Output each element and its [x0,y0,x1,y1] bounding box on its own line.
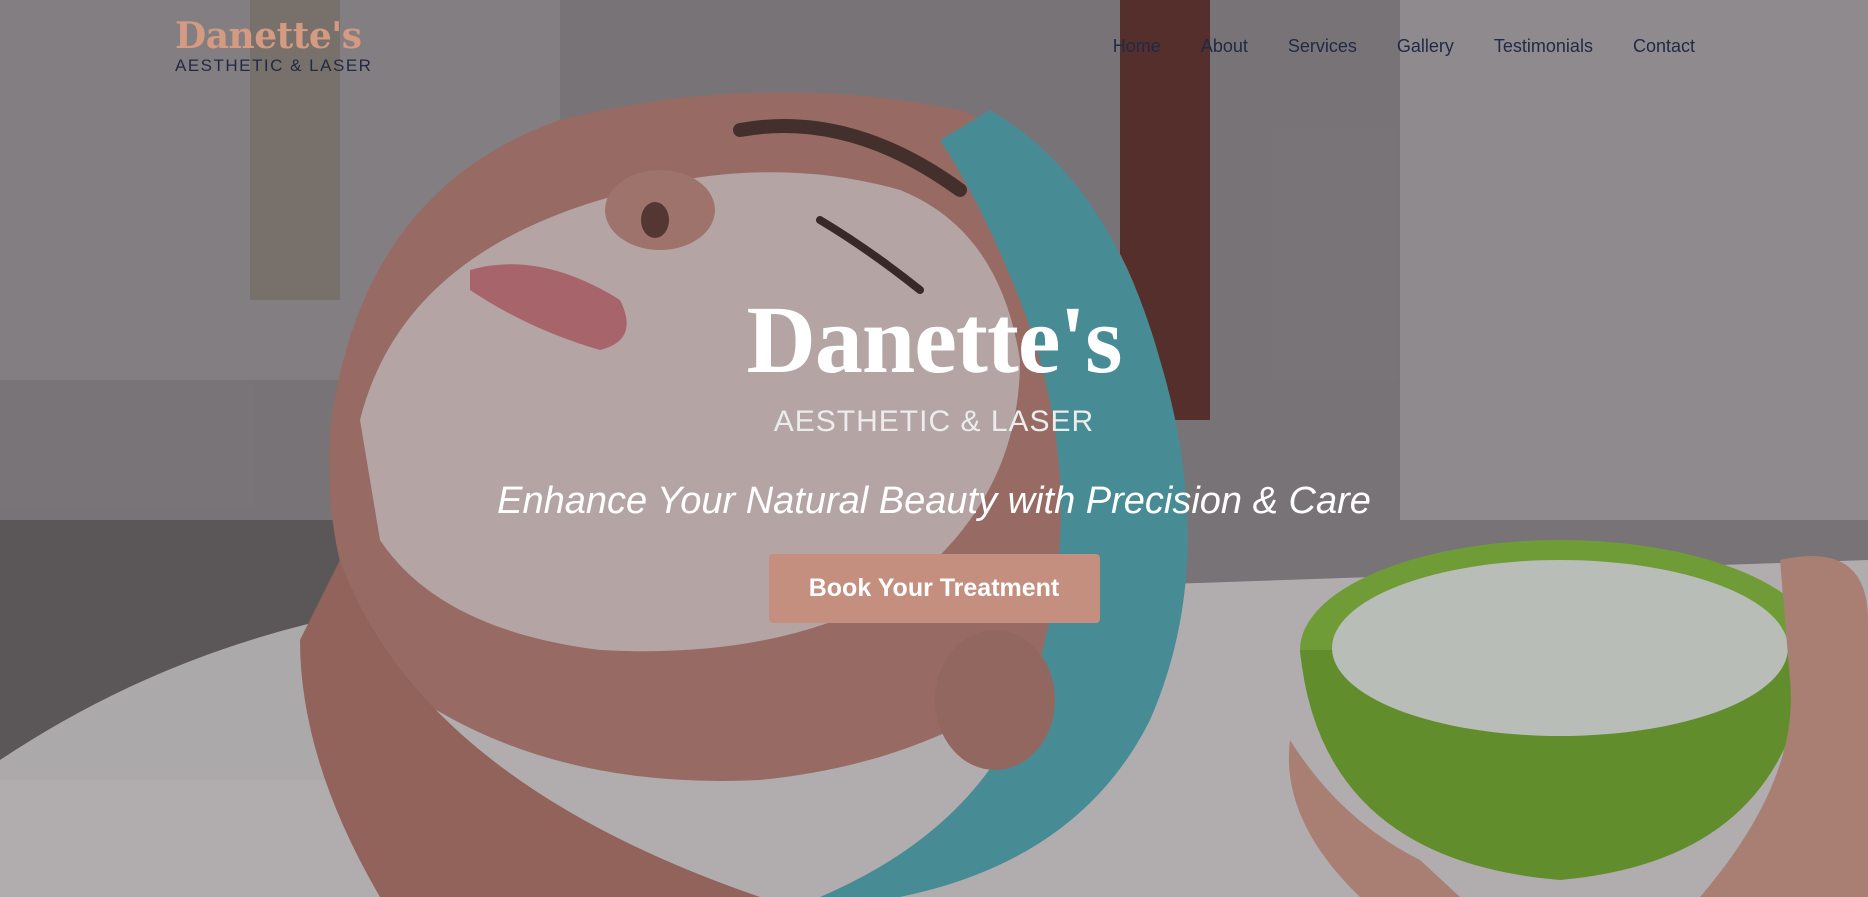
nav-link-home[interactable]: Home [1113,36,1161,57]
nav-link-about[interactable]: About [1201,36,1248,57]
nav-link-gallery[interactable]: Gallery [1397,36,1454,57]
nav-link-contact[interactable]: Contact [1633,36,1695,57]
logo[interactable]: Danette's AESTHETIC & LASER [175,14,372,76]
main-navigation: Home About Services Gallery Testimonials… [1113,36,1695,57]
nav-link-services[interactable]: Services [1288,36,1357,57]
hero-section: Danette's AESTHETIC & LASER Enhance Your… [0,284,1868,623]
nav-link-testimonials[interactable]: Testimonials [1494,36,1593,57]
book-treatment-button[interactable]: Book Your Treatment [768,554,1100,623]
hero-tagline: Enhance Your Natural Beauty with Precisi… [497,480,1371,522]
site-header: Danette's AESTHETIC & LASER Home About S… [0,0,1868,96]
hero-subtitle: AESTHETIC & LASER [773,405,1095,438]
logo-name: Danette's [175,15,362,57]
hero-title: Danette's [746,286,1123,393]
logo-tagline: AESTHETIC & LASER [175,56,373,75]
